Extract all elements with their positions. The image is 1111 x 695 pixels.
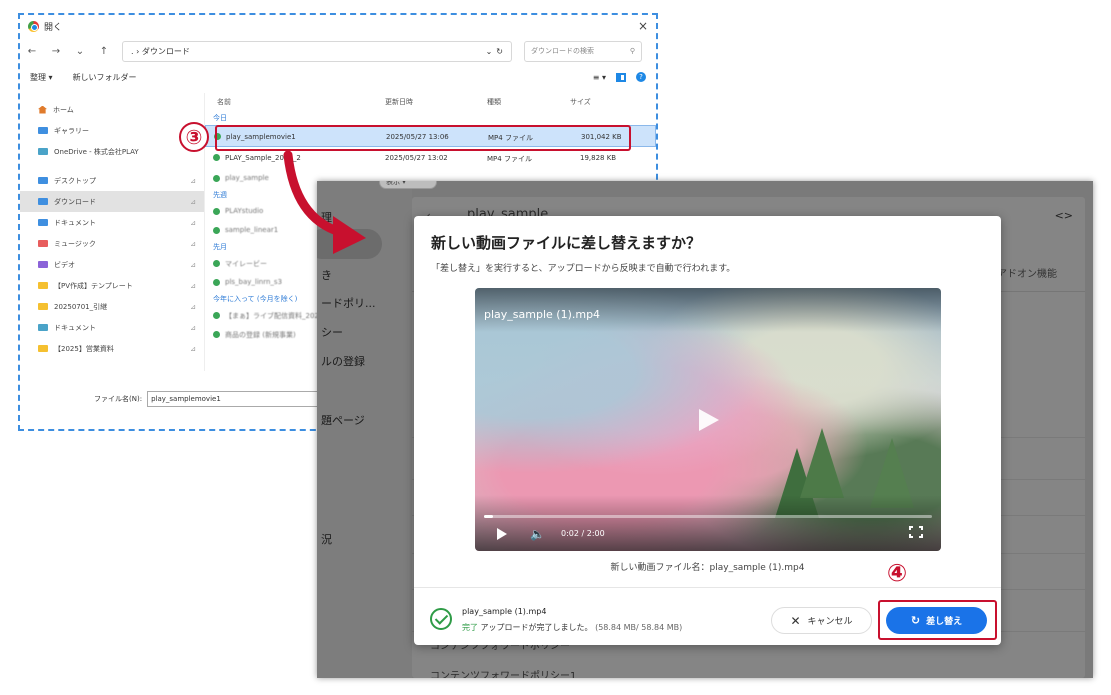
red-arrow-icon	[283, 150, 366, 254]
